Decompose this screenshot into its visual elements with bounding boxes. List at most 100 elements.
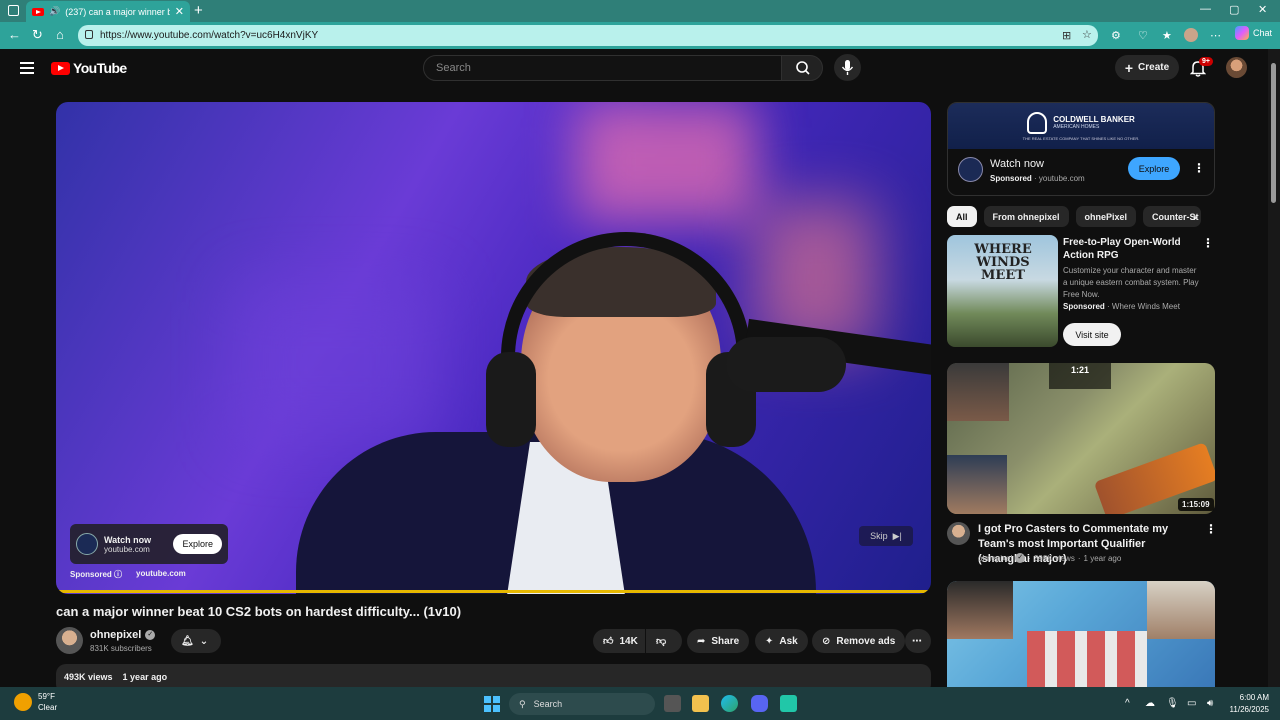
- sidebar-ad[interactable]: COLDWELL BANKER AMERICAN HOMES THE REAL …: [947, 102, 1215, 196]
- visit-site-button[interactable]: Visit site: [1063, 323, 1121, 346]
- logo-text: YouTube: [73, 60, 127, 76]
- clock-time: 6:00 AM: [1239, 693, 1269, 702]
- video-thumbnail[interactable]: 1:21: [947, 363, 1215, 514]
- channel-name-text: ohnepixel: [90, 629, 142, 641]
- sidebar-explore-button[interactable]: Explore: [1128, 157, 1180, 180]
- video-thumbnail[interactable]: [947, 581, 1215, 687]
- search-icon: [796, 61, 810, 75]
- scrollbar-thumb[interactable]: [1271, 63, 1276, 203]
- more-vert-icon[interactable]: ⋮: [1202, 236, 1214, 250]
- copilot-chat-button[interactable]: Chat: [1234, 26, 1272, 40]
- subscription-bell-button[interactable]: 🔔︎ ⌄: [171, 629, 221, 653]
- search-input[interactable]: Search: [423, 55, 782, 81]
- refresh-icon[interactable]: ↻: [32, 27, 43, 43]
- back-icon[interactable]: ←: [8, 27, 21, 42]
- cloud-icon[interactable]: ☁: [1145, 698, 1155, 709]
- search-button[interactable]: [781, 55, 823, 81]
- discord-icon[interactable]: [751, 695, 768, 712]
- speaker-icon[interactable]: 🔊: [49, 6, 60, 17]
- maximize-icon[interactable]: ▢: [1229, 3, 1239, 16]
- video-player[interactable]: Watch now youtube.com Explore Sponsored …: [56, 102, 931, 594]
- chip-ohnepixel[interactable]: ohnePixel: [1075, 206, 1137, 227]
- channel-name[interactable]: ohnepixel ✓: [90, 629, 156, 641]
- channel-avatar[interactable]: [947, 522, 970, 545]
- voice-search-button[interactable]: [834, 54, 861, 81]
- close-window-icon[interactable]: ✕: [1258, 3, 1267, 16]
- thumbs-down-icon: 👎︎: [656, 636, 667, 647]
- dislike-button[interactable]: 👎︎: [646, 629, 682, 653]
- menu-icon[interactable]: [20, 62, 34, 77]
- url-field[interactable]: https://www.youtube.com/watch?v=uc6H4xnV…: [78, 25, 1098, 46]
- app-icon[interactable]: [780, 695, 797, 712]
- skip-label: Skip: [870, 531, 888, 541]
- remove-ads-label: Remove ads: [836, 635, 896, 647]
- skip-ad-button[interactable]: Skip ▶|: [859, 526, 913, 546]
- taskbar-search[interactable]: ⚲ Search: [509, 693, 655, 715]
- sidebar-ad-title: Watch now: [990, 158, 1045, 170]
- more-vert-icon[interactable]: ⋮: [1205, 522, 1217, 536]
- sponsored-thumbnail[interactable]: WHERE WINDS MEET: [947, 235, 1058, 347]
- settings-more-icon[interactable]: ⋯: [1210, 29, 1221, 42]
- file-explorer-icon[interactable]: [692, 695, 709, 712]
- extensions-icon[interactable]: ⚙: [1111, 29, 1121, 42]
- browser-essentials-icon[interactable]: ♡: [1138, 29, 1148, 42]
- channel-avatar[interactable]: [56, 627, 83, 654]
- more-vert-icon[interactable]: ⋮: [1193, 161, 1205, 175]
- like-button[interactable]: 👍︎ 14K: [593, 629, 645, 653]
- app-available-icon[interactable]: ⊞: [1062, 29, 1071, 42]
- chip-all[interactable]: All: [947, 206, 977, 227]
- edge-browser-icon[interactable]: [721, 695, 738, 712]
- verified-check-icon: ✓: [1015, 553, 1026, 563]
- weather-widget[interactable]: 59°F Clear: [14, 691, 57, 713]
- ask-button[interactable]: ✦ Ask: [755, 629, 808, 653]
- more-actions-button[interactable]: ⋯: [905, 629, 931, 653]
- system-clock[interactable]: 6:00 AM 11/26/2025: [1225, 692, 1269, 716]
- info-icon[interactable]: ⓘ: [114, 570, 122, 579]
- video-duration: 1:15:09: [1178, 498, 1214, 511]
- tab-actions-icon[interactable]: [8, 5, 19, 16]
- ad-footer-domain[interactable]: youtube.com: [136, 569, 186, 580]
- microphone-tray-icon[interactable]: 🎙︎: [1166, 698, 1179, 709]
- weather-moon-icon: [14, 693, 32, 711]
- chevron-right-icon[interactable]: ›: [1193, 210, 1197, 224]
- video-ad-card[interactable]: Watch now youtube.com Explore: [70, 524, 228, 564]
- new-tab-icon[interactable]: +: [194, 2, 203, 19]
- favorites-icon[interactable]: ★: [1162, 29, 1172, 42]
- profile-icon[interactable]: [1184, 28, 1198, 42]
- thumbnail-game-title: WHERE WINDS MEET: [974, 242, 1032, 283]
- chip-from-ohnepixel[interactable]: From ohnepixel: [983, 206, 1069, 227]
- facecam: [1147, 581, 1215, 639]
- browser-tab[interactable]: 🔊 (237) can a major winner be... ✕: [26, 1, 190, 22]
- tray-overflow-icon[interactable]: ^: [1125, 698, 1130, 709]
- network-icon[interactable]: ▭: [1187, 698, 1196, 709]
- page-scrollbar[interactable]: [1268, 49, 1280, 687]
- windows-taskbar: 59°F Clear ⚲ Search ^ ☁ 🎙︎ ▭ 🔊︎ 6:00 AM …: [0, 687, 1280, 720]
- brand-tagline: THE REAL ESTATE COMPANY THAT SHINES LIKE…: [1022, 135, 1140, 141]
- ad-explore-button[interactable]: Explore: [173, 534, 222, 554]
- home-icon[interactable]: ⌂: [56, 27, 64, 42]
- facecam: [947, 363, 1009, 421]
- close-tab-icon[interactable]: ✕: [175, 5, 184, 18]
- ad-progress-bar[interactable]: [56, 590, 931, 593]
- youtube-logo[interactable]: YouTube: [51, 60, 127, 76]
- temperature: 59°F: [38, 692, 55, 701]
- create-button[interactable]: + Create: [1115, 55, 1179, 80]
- task-view-icon[interactable]: [664, 695, 681, 712]
- windows-start-icon[interactable]: [484, 696, 500, 712]
- volume-icon[interactable]: 🔊︎: [1207, 698, 1213, 709]
- favorite-star-icon[interactable]: ☆: [1082, 28, 1092, 41]
- sponsored-label: Sponsored: [70, 570, 112, 579]
- channel-name[interactable]: ohnepixel: [978, 554, 1012, 563]
- tab-title: (237) can a major winner be...: [65, 6, 170, 17]
- remove-ads-button[interactable]: ⊘ Remove ads: [812, 629, 906, 653]
- brand-line1: COLDWELL BANKER: [1053, 115, 1135, 124]
- minimize-icon[interactable]: —: [1200, 3, 1211, 15]
- facecam: [947, 581, 1013, 639]
- ad-banner-image[interactable]: COLDWELL BANKER AMERICAN HOMES THE REAL …: [948, 103, 1214, 149]
- sponsored-title[interactable]: Free-to-Play Open-World Action RPG: [1063, 236, 1201, 262]
- share-button[interactable]: ➦ Share: [687, 629, 750, 653]
- filter-chips: All From ohnepixel ohnePixel Counter-St: [947, 206, 1202, 227]
- account-avatar[interactable]: [1226, 57, 1247, 78]
- video-title: can a major winner beat 10 CS2 bots on h…: [56, 604, 462, 619]
- podcast-microphone: [726, 337, 846, 392]
